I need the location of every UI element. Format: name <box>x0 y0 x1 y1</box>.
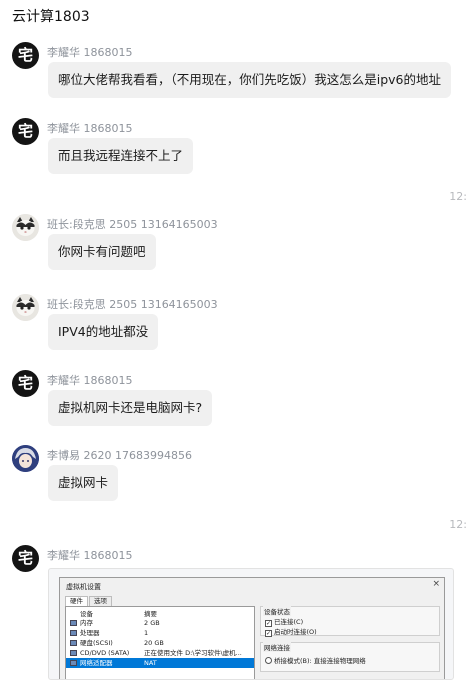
sender-name[interactable]: 李博易 2620 17683994856 <box>47 447 192 463</box>
device-name: 内存 <box>80 619 93 627</box>
column-device: 设备 <box>80 610 93 618</box>
sender-name[interactable]: 李耀华 1868015 <box>47 547 133 563</box>
avatar[interactable]: 宅 <box>12 545 39 572</box>
group-title: 设备状态 <box>263 606 291 616</box>
device-summary: 1 <box>144 629 149 637</box>
device-name: 硬盘(SCSI) <box>80 639 113 647</box>
network-adapter-icon <box>70 660 77 666</box>
device-summary: 正在使用文件 D:\学习软件\虚机... <box>144 649 242 657</box>
device-list: 设备 摘要 内存 2 GB 处理器 1 硬盘(SCSI) 20 GB CD/DV… <box>65 606 255 679</box>
tab-hardware: 硬件 <box>65 596 88 606</box>
bridged-radio: 桥接模式(B): 直接连接物理网络 <box>265 655 366 665</box>
sender-name[interactable]: 李耀华 1868015 <box>47 44 133 60</box>
memory-icon <box>70 620 77 626</box>
close-icon: × <box>432 579 440 589</box>
device-summary: NAT <box>144 659 157 667</box>
timestamp: 12: <box>449 190 467 203</box>
dialog-tabs: 硬件 选项 <box>65 596 113 606</box>
avatar[interactable] <box>12 294 39 321</box>
timestamp: 12: <box>449 518 467 531</box>
device-name: 网络适配器 <box>80 659 113 667</box>
checkbox-label: 已连接(C) <box>274 618 304 626</box>
device-status-group: 设备状态 ✓ 已连接(C) ✓ 启动时连接(O) <box>260 606 440 637</box>
image-message[interactable]: 虚拟机设置 × 硬件 选项 设备 摘要 内存 2 GB 处理器 1 硬盘(SCSI… <box>48 568 454 680</box>
message-item: 宅 李耀华 1868015 而且我远程连接不上了 <box>12 118 462 178</box>
sender-name[interactable]: 班长:段克思 2505 13164165003 <box>47 216 218 232</box>
device-name: CD/DVD (SATA) <box>80 649 130 657</box>
vm-settings-dialog: 虚拟机设置 × 硬件 选项 设备 摘要 内存 2 GB 处理器 1 硬盘(SCSI… <box>59 577 445 679</box>
checkbox-label: 启动时连接(O) <box>274 628 317 636</box>
connect-on-start-checkbox: ✓ 启动时连接(O) <box>265 628 317 637</box>
message-bubble[interactable]: 虚拟网卡 <box>48 465 119 501</box>
device-row: 网络适配器 NAT <box>66 658 254 668</box>
cat-avatar-icon <box>12 294 39 321</box>
cat-avatar-icon <box>12 214 39 241</box>
sender-name[interactable]: 李耀华 1868015 <box>47 372 133 388</box>
network-connection-group: 网络连接 桥接模式(B): 直接连接物理网络 <box>260 642 440 672</box>
device-summary: 2 GB <box>144 619 160 627</box>
avatar[interactable]: 宅 <box>12 118 39 145</box>
message-bubble[interactable]: 你网卡有问题吧 <box>48 234 156 270</box>
list-header: 设备 摘要 <box>66 608 254 618</box>
message-bubble[interactable]: 而且我远程连接不上了 <box>48 138 194 174</box>
processor-icon <box>70 630 77 636</box>
anime-avatar-icon <box>12 445 39 472</box>
dialog-title: 虚拟机设置 <box>66 583 101 591</box>
device-name: 处理器 <box>80 629 100 637</box>
tab-options: 选项 <box>89 596 112 606</box>
message-bubble[interactable]: 虚拟机网卡还是电脑网卡? <box>48 390 213 426</box>
avatar[interactable] <box>12 445 39 472</box>
message-bubble[interactable]: IPV4的地址都没 <box>48 314 159 350</box>
message-item: 班长:段克思 2505 13164165003 你网卡有问题吧 <box>12 214 462 274</box>
chat-title: 云计算1803 <box>12 9 90 25</box>
message-bubble[interactable]: 哪位大佬帮我看看，（不用现在，你们先吃饭）我这怎么是ipv6的地址 <box>48 62 452 98</box>
device-row: 处理器 1 <box>66 628 254 638</box>
sender-name[interactable]: 班长:段克思 2505 13164165003 <box>47 296 218 312</box>
avatar[interactable]: 宅 <box>12 370 39 397</box>
device-row: CD/DVD (SATA) 正在使用文件 D:\学习软件\虚机... <box>66 648 254 658</box>
sender-name[interactable]: 李耀华 1868015 <box>47 120 133 136</box>
message-item: 宅 李耀华 1868015 哪位大佬帮我看看，（不用现在，你们先吃饭）我这怎么是… <box>12 42 462 102</box>
cd-icon <box>70 650 77 656</box>
device-summary: 20 GB <box>144 639 164 647</box>
avatar[interactable]: 宅 <box>12 42 39 69</box>
message-item: 宅 李耀华 1868015 虚拟机网卡还是电脑网卡? <box>12 370 462 430</box>
radio-label: 桥接模式(B): 直接连接物理网络 <box>274 657 366 665</box>
group-title: 网络连接 <box>263 642 291 652</box>
disk-icon <box>70 640 77 646</box>
message-item: 班长:段克思 2505 13164165003 IPV4的地址都没 <box>12 294 462 354</box>
device-row: 内存 2 GB <box>66 618 254 628</box>
column-summary: 摘要 <box>144 610 157 618</box>
message-item: 李博易 2620 17683994856 虚拟网卡 <box>12 445 462 505</box>
avatar[interactable] <box>12 214 39 241</box>
device-row: 硬盘(SCSI) 20 GB <box>66 638 254 648</box>
